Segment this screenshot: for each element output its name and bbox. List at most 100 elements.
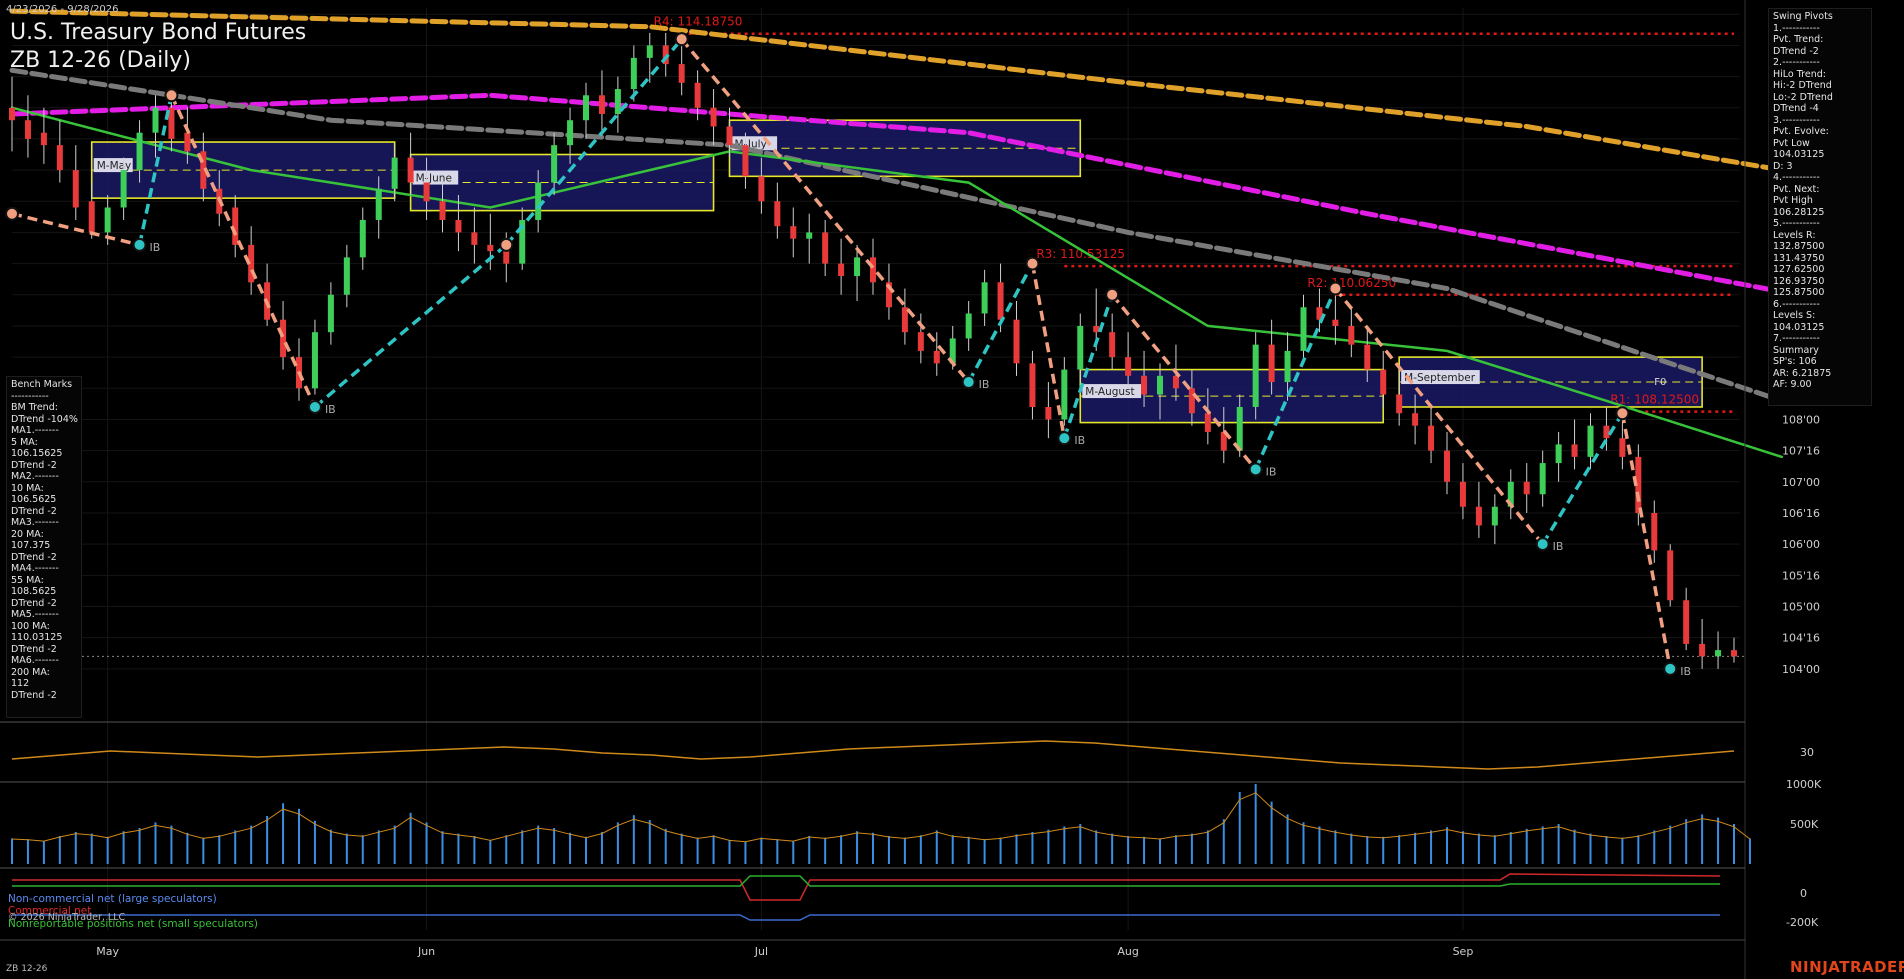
candle-body [455,219,462,233]
swing-pivots-line: 127.62500 [1773,264,1825,275]
price-tick-label: 105'16 [1782,569,1820,582]
swing-pivots-line: Summary [1773,344,1819,356]
candle-body [104,207,111,233]
candle-body [1109,332,1116,358]
candle-body [583,95,589,121]
candle-body [567,120,574,146]
candle-body [870,257,876,283]
swing-pivots-line: Pvt High [1773,195,1813,206]
swing-pivots-line: HiLo Trend: [1773,68,1826,80]
candle-body [311,332,318,389]
candle-body [1077,325,1084,370]
price-chart[interactable]: M-MayM-JuneM-JulyM-AugustM-September R4:… [0,0,1904,979]
bench-marks-line: 112 [11,678,30,689]
ib-marker: IB [1266,465,1277,478]
candle-body [184,132,191,152]
candle-body [678,64,685,83]
price-tick-label: 105'00 [1782,600,1820,613]
cot-tick-label: -200K [1786,916,1819,929]
pivot-low-marker [132,237,147,252]
pivot-low-marker [307,399,322,414]
candle-body [1459,481,1466,507]
candle-body [72,170,79,208]
bench-marks-line: 108.5625 [11,586,57,597]
ib-marker: IB [1074,434,1085,447]
candle-body [1141,375,1148,395]
candle-body [1236,406,1243,451]
swing-pivots-line: Lo:-2 DTrend [1773,91,1833,103]
time-tick-label: Aug [1117,945,1138,958]
swing-pivots-line: 126.93750 [1773,275,1825,287]
swing-pivots-line: 6.----------- [1773,298,1820,310]
ninjatrader-logo: NINJATRADER [1790,958,1904,976]
candle-body [503,251,510,264]
swing-pivots-line: 4.----------- [1773,172,1820,183]
date-range: 4/23/2026 - 9/28/2026 [6,4,119,15]
chart-subtitle: ZB 12-26 (Daily) [10,48,191,73]
candle-body [1603,425,1610,439]
candle-body [981,282,988,314]
candle-body [391,157,398,189]
candle-body [439,201,446,220]
candle-body [1683,600,1690,644]
bench-marks-line: MA1.------- [11,425,59,436]
candle-body [917,332,924,351]
month-box-label: M-August [1085,386,1134,398]
swing-pivots-line: DTrend -4 [1773,103,1819,114]
price-tick-label: 106'00 [1782,538,1820,551]
pivot-low-marker [1663,661,1678,676]
bench-marks-line: MA6.------- [11,655,59,666]
swing-pivots-line: D: 3 [1773,160,1793,172]
bench-marks-line: 107.375 [11,540,51,551]
pivot-low-marker [1248,462,1263,477]
resistance-label: R1: 108.12500 [1610,393,1699,407]
pivot-low-marker [961,375,976,390]
candle-body [806,232,813,239]
candle-body [854,257,861,277]
candle-body [1300,307,1307,351]
candle-body [40,132,47,146]
candle-body [407,157,414,183]
bench-marks-line: 5 MA: [11,436,38,448]
candle-body [598,95,605,114]
candle-body [1412,413,1419,426]
candle-body [694,82,701,108]
candle-body [1045,406,1052,420]
swing-pivots-line: Pvt Low [1773,137,1810,149]
bench-marks-line: Bench Marks [11,379,73,390]
bench-marks-line: DTrend -2 [11,689,57,701]
bench-marks-line: DTrend -104% [11,413,78,425]
candle-body [1571,444,1578,457]
candle-body [965,313,972,339]
candle-body [1667,550,1674,601]
bench-marks-line: MA3.------- [11,517,59,528]
candle-body [327,294,334,333]
candle-body [136,132,143,171]
bench-marks-line: 10 MA: [11,482,44,494]
candle-body [1539,463,1546,495]
candle-body [1204,413,1211,432]
swing-pivots-line: Levels S: [1773,310,1816,321]
candle-body [1188,388,1195,414]
price-tick-label: 107'00 [1782,476,1820,489]
swing-pivots-line: SP's: 106 [1773,356,1817,367]
bench-marks-line: 200 MA: [11,666,50,678]
ib-marker: IB [979,378,990,391]
swing-pivots-line: AF: 9.00 [1773,379,1812,390]
candle-body [838,263,845,277]
candle-body [1284,350,1291,383]
bench-marks-line: DTrend -2 [11,551,57,563]
candle-body [1396,394,1403,414]
candle-body [1348,325,1355,345]
f0-label: F0 [1654,377,1666,388]
price-tick-label: 107'16 [1782,445,1820,458]
price-tick-label: 108'00 [1782,413,1820,426]
volume-tick-label: 1000K [1786,778,1822,791]
swing-pivots-panel: Swing Pivots 1.----------- Pvt. Trend: DTre… [1768,8,1872,406]
time-tick-label: Jul [754,945,768,958]
bench-marks-line: DTrend -2 [11,597,57,609]
swing-pivots-line: AR: 6.21875 [1773,367,1832,379]
footer-symbol: ZB 12-26 [6,964,48,974]
ib-marker: IB [1680,665,1691,678]
swing-pivots-line: 7.----------- [1773,333,1820,344]
